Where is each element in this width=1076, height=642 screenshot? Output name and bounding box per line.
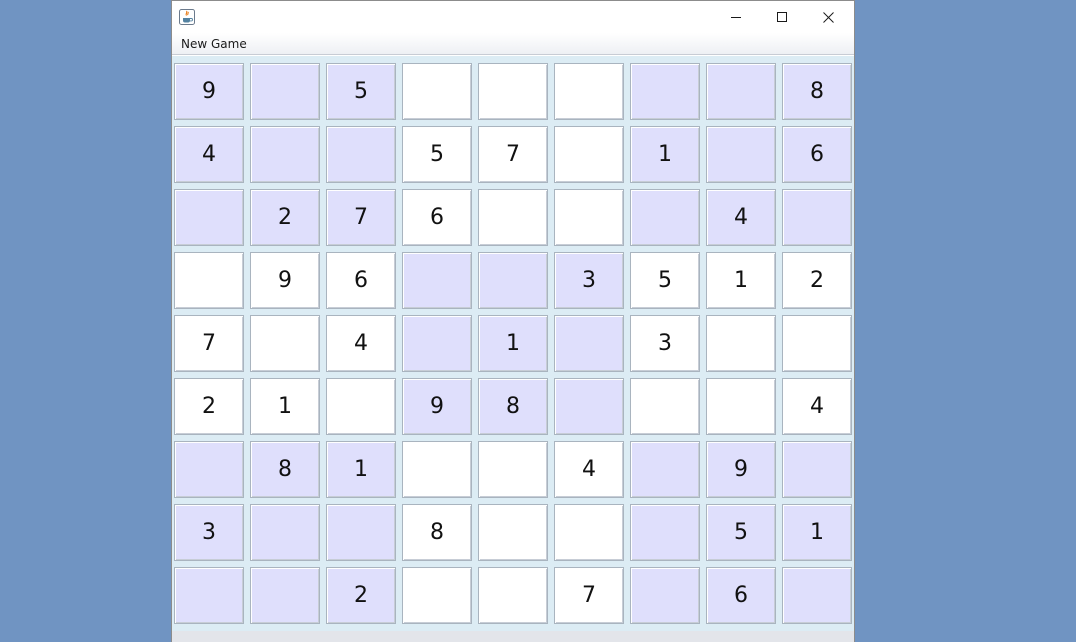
sudoku-cell[interactable]: 5 [326,63,396,120]
sudoku-cell[interactable]: 1 [630,126,700,183]
java-cup-icon [179,9,195,25]
sudoku-cell[interactable]: 6 [402,189,472,246]
sudoku-cell[interactable] [250,504,320,561]
minimize-icon [731,17,741,18]
sudoku-cell[interactable]: 8 [478,378,548,435]
sudoku-cell[interactable]: 1 [706,252,776,309]
sudoku-cell[interactable] [250,63,320,120]
sudoku-cell[interactable] [478,567,548,624]
sudoku-cell[interactable] [250,315,320,372]
sudoku-cell[interactable]: 6 [326,252,396,309]
title-bar[interactable] [172,1,854,33]
sudoku-cell[interactable] [250,567,320,624]
sudoku-cell[interactable]: 9 [402,378,472,435]
sudoku-cell[interactable] [630,378,700,435]
menu-bar: New Game [172,33,854,55]
sudoku-cell[interactable] [250,126,320,183]
sudoku-cell[interactable] [326,126,396,183]
sudoku-cell[interactable] [554,315,624,372]
sudoku-cell[interactable] [478,504,548,561]
sudoku-cell[interactable]: 6 [706,567,776,624]
sudoku-cell[interactable]: 7 [554,567,624,624]
sudoku-cell[interactable] [706,378,776,435]
sudoku-cell[interactable]: 1 [782,504,852,561]
sudoku-cell[interactable] [478,441,548,498]
new-game-menu[interactable]: New Game [181,37,247,51]
sudoku-cell[interactable]: 8 [250,441,320,498]
maximize-button[interactable] [759,1,805,33]
sudoku-cell[interactable] [782,567,852,624]
sudoku-cell[interactable] [554,378,624,435]
sudoku-cell[interactable] [402,441,472,498]
sudoku-cell[interactable] [706,126,776,183]
sudoku-cell[interactable]: 7 [478,126,548,183]
sudoku-cell[interactable]: 5 [706,504,776,561]
sudoku-cell[interactable] [478,63,548,120]
sudoku-cell[interactable] [630,189,700,246]
close-button[interactable] [805,1,851,33]
maximize-icon [777,12,787,22]
sudoku-cell[interactable]: 9 [250,252,320,309]
sudoku-cell[interactable] [402,252,472,309]
sudoku-cell[interactable] [174,189,244,246]
sudoku-cell[interactable] [174,441,244,498]
sudoku-window: New Game 9584571627649635127413219848149… [171,0,855,642]
sudoku-cell[interactable]: 3 [554,252,624,309]
sudoku-cell[interactable]: 8 [782,63,852,120]
sudoku-cell[interactable] [402,315,472,372]
minimize-button[interactable] [713,1,759,33]
sudoku-cell[interactable] [782,441,852,498]
sudoku-cell[interactable]: 1 [478,315,548,372]
sudoku-cell[interactable] [174,252,244,309]
sudoku-cell[interactable]: 2 [782,252,852,309]
sudoku-cell[interactable]: 5 [402,126,472,183]
sudoku-cell[interactable]: 3 [174,504,244,561]
sudoku-cell[interactable]: 4 [174,126,244,183]
sudoku-cell[interactable]: 8 [402,504,472,561]
sudoku-cell[interactable]: 4 [326,315,396,372]
sudoku-cell[interactable] [630,567,700,624]
sudoku-cell[interactable] [630,441,700,498]
sudoku-cell[interactable]: 1 [326,441,396,498]
sudoku-cell[interactable] [402,567,472,624]
sudoku-cell[interactable]: 4 [782,378,852,435]
sudoku-cell[interactable]: 9 [174,63,244,120]
sudoku-cell[interactable] [554,504,624,561]
sudoku-cell[interactable] [174,567,244,624]
sudoku-board: 95845716276496351274132198481493851276 [172,56,854,631]
sudoku-cell[interactable] [706,63,776,120]
sudoku-cell[interactable]: 3 [630,315,700,372]
sudoku-cell[interactable] [554,189,624,246]
sudoku-cell[interactable]: 4 [554,441,624,498]
sudoku-cell[interactable] [706,315,776,372]
close-icon [822,11,834,23]
sudoku-cell[interactable]: 9 [706,441,776,498]
sudoku-cell[interactable] [630,63,700,120]
sudoku-cell[interactable]: 2 [174,378,244,435]
sudoku-cell[interactable]: 7 [326,189,396,246]
sudoku-cell[interactable]: 1 [250,378,320,435]
sudoku-cell[interactable] [630,504,700,561]
sudoku-cell[interactable]: 7 [174,315,244,372]
bottom-strip [172,631,854,642]
sudoku-cell[interactable] [782,189,852,246]
sudoku-cell[interactable]: 4 [706,189,776,246]
sudoku-cell[interactable]: 2 [326,567,396,624]
sudoku-cell[interactable] [554,63,624,120]
sudoku-cell[interactable] [402,63,472,120]
sudoku-cell[interactable] [478,189,548,246]
sudoku-cell[interactable]: 2 [250,189,320,246]
sudoku-cell[interactable]: 5 [630,252,700,309]
sudoku-cell[interactable] [478,252,548,309]
sudoku-cell[interactable] [782,315,852,372]
sudoku-cell[interactable] [326,504,396,561]
sudoku-cell[interactable] [554,126,624,183]
sudoku-cell[interactable]: 6 [782,126,852,183]
sudoku-cell[interactable] [326,378,396,435]
